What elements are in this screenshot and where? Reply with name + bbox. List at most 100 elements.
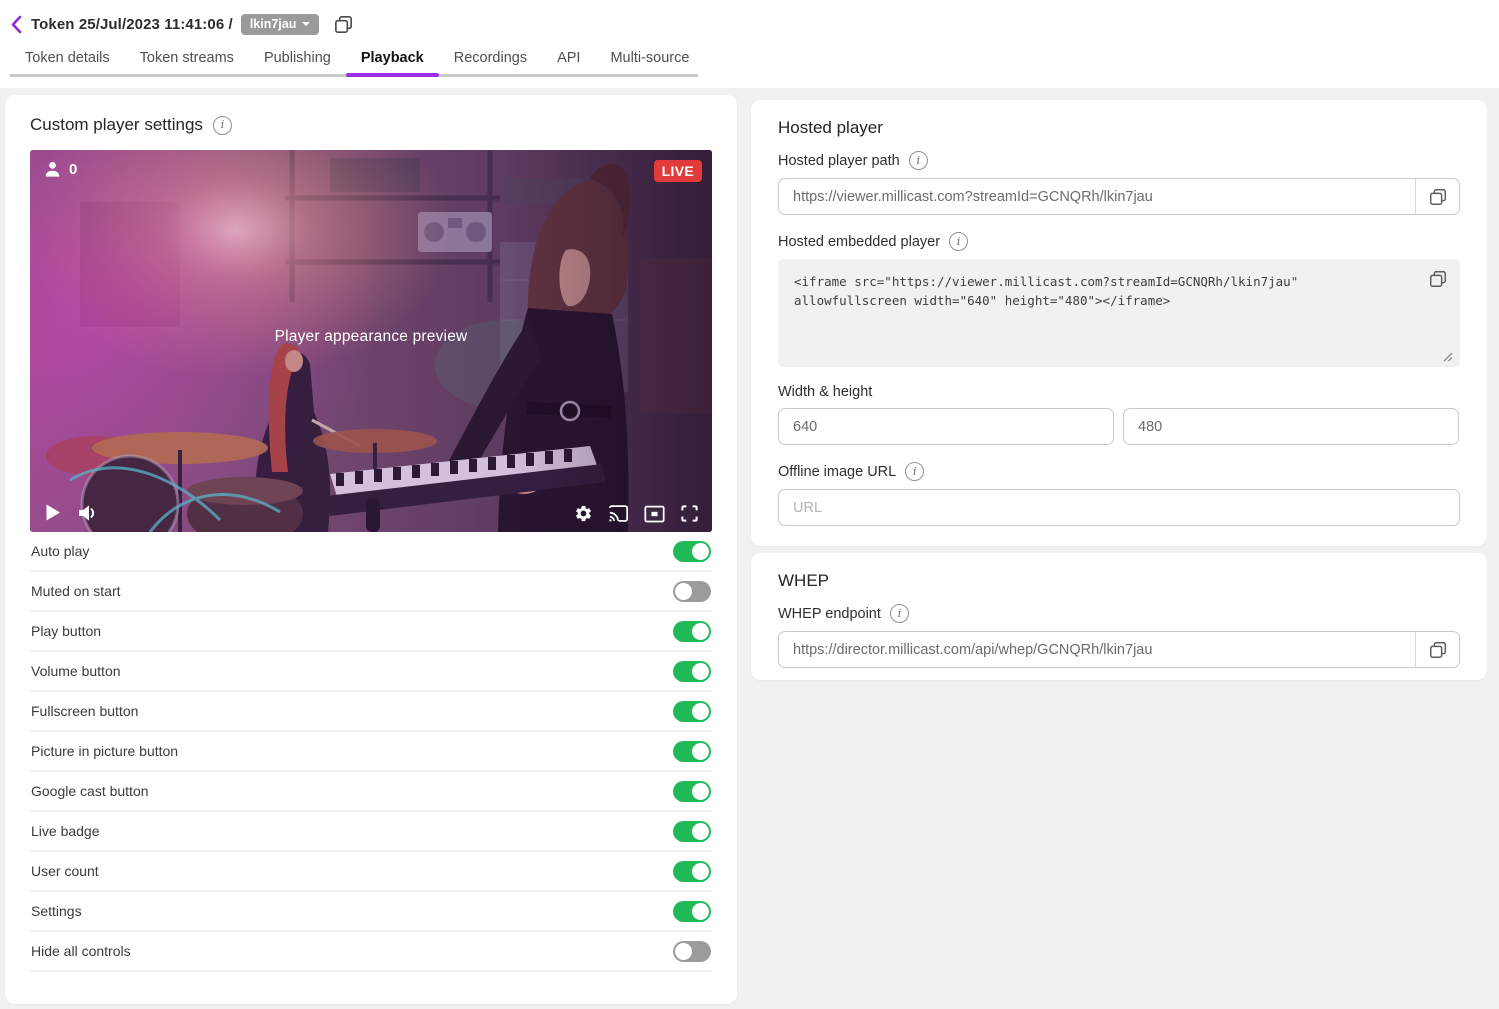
volume-icon (78, 504, 98, 522)
whep-endpoint-input[interactable] (779, 632, 1415, 667)
toggle-knob (692, 663, 709, 680)
picture-in-picture-icon (644, 505, 665, 523)
whep-endpoint-field (778, 631, 1460, 668)
tab-recordings[interactable]: Recordings (439, 44, 542, 74)
hosted-player-path-label: Hosted player path (778, 151, 1460, 170)
toggle-label: Volume button (31, 663, 121, 679)
toggle-row-picture-in-picture-button: Picture in picture button (30, 732, 712, 772)
info-icon[interactable] (890, 604, 909, 623)
fullscreen-button[interactable] (680, 504, 699, 523)
toggle-row-live-badge: Live badge (30, 812, 712, 852)
toggle-volume-button[interactable] (673, 661, 711, 682)
toggle-label: Auto play (31, 543, 89, 559)
toggle-row-play-button: Play button (30, 612, 712, 652)
toggle-settings[interactable] (673, 901, 711, 922)
play-icon (45, 503, 61, 522)
toggle-row-hide-all-controls: Hide all controls (30, 932, 712, 972)
toggle-row-volume-button: Volume button (30, 652, 712, 692)
info-icon[interactable] (909, 151, 928, 170)
settings-button[interactable] (574, 504, 593, 523)
size-label: Width & height (778, 384, 1460, 400)
whep-card: WHEP WHEP endpoint (751, 553, 1487, 680)
custom-player-card: Custom player settings (5, 95, 737, 1004)
copy-hosted-path-button[interactable] (1415, 179, 1459, 214)
toggle-knob (692, 543, 709, 560)
copy-token-name-button[interactable] (333, 14, 354, 35)
live-badge: LIVE (654, 160, 702, 182)
toggle-knob (675, 943, 692, 960)
toggle-row-user-count: User count (30, 852, 712, 892)
hosted-embed-label: Hosted embedded player (778, 232, 1460, 251)
toggle-label: Settings (31, 903, 82, 919)
toggle-play-button[interactable] (673, 621, 711, 642)
hosted-player-path-field (778, 178, 1460, 215)
tab-multi-source[interactable]: Multi-source (595, 44, 704, 74)
hosted-player-card: Hosted player Hosted player path Hosted … (751, 100, 1487, 546)
width-input[interactable] (778, 408, 1114, 445)
toggle-knob (692, 783, 709, 800)
toggle-label: Hide all controls (31, 943, 131, 959)
gear-icon (574, 504, 593, 523)
height-input[interactable] (1123, 408, 1459, 445)
toggle-user-count[interactable] (673, 861, 711, 882)
tab-publishing[interactable]: Publishing (249, 44, 346, 74)
copy-embed-code-button[interactable] (1428, 269, 1448, 294)
toggle-auto-play[interactable] (673, 541, 711, 562)
copy-icon (333, 14, 354, 35)
toggle-hide-all-controls[interactable] (673, 941, 711, 962)
preview-overlay-text: Player appearance preview (30, 328, 712, 346)
tab-token-details[interactable]: Token details (10, 44, 125, 74)
whep-endpoint-label-text: WHEP endpoint (778, 606, 881, 622)
cast-button[interactable] (608, 504, 629, 523)
size-fields (778, 408, 1460, 445)
play-button[interactable] (45, 503, 61, 522)
hosted-player-path-input[interactable] (779, 179, 1415, 214)
back-button[interactable] (10, 15, 23, 34)
user-count-value: 0 (69, 161, 77, 178)
tab-playback[interactable]: Playback (346, 44, 439, 74)
copy-icon (1428, 269, 1448, 289)
cast-icon (608, 504, 629, 523)
hosted-embed-label-text: Hosted embedded player (778, 234, 940, 250)
offline-image-label: Offline image URL (778, 462, 1460, 481)
toggle-label: Picture in picture button (31, 743, 178, 759)
tab-api[interactable]: API (542, 44, 595, 74)
tab-token-streams[interactable]: Token streams (125, 44, 249, 74)
info-icon[interactable] (949, 232, 968, 251)
toggle-label: Google cast button (31, 783, 149, 799)
toggle-label: User count (31, 863, 99, 879)
resize-grip-icon (1443, 352, 1453, 362)
toggle-knob (692, 743, 709, 760)
toggle-muted-on-start[interactable] (673, 581, 711, 602)
toggle-knob (692, 623, 709, 640)
toggle-row-google-cast-button: Google cast button (30, 772, 712, 812)
toggle-label: Muted on start (31, 583, 121, 599)
toggle-fullscreen-button[interactable] (673, 701, 711, 722)
hosted-embed-field: <iframe src="https://viewer.millicast.co… (778, 259, 1460, 367)
chevron-left-icon (10, 15, 23, 34)
info-icon[interactable] (905, 462, 924, 481)
video-preview: 0 LIVE Player appearance preview (30, 150, 712, 532)
toggle-row-muted-on-start: Muted on start (30, 572, 712, 612)
whep-endpoint-label: WHEP endpoint (778, 604, 1460, 623)
volume-button[interactable] (78, 504, 98, 522)
fullscreen-icon (680, 504, 699, 523)
token-name-dropdown[interactable]: lkin7jau (241, 14, 320, 35)
toggle-row-fullscreen-button: Fullscreen button (30, 692, 712, 732)
picture-in-picture-button[interactable] (644, 505, 665, 523)
copy-whep-endpoint-button[interactable] (1415, 632, 1459, 667)
toggle-label: Fullscreen button (31, 703, 138, 719)
offline-image-url-input[interactable] (778, 489, 1460, 526)
hosted-embed-textarea[interactable]: <iframe src="https://viewer.millicast.co… (778, 259, 1460, 367)
copy-icon (1428, 187, 1448, 207)
info-icon[interactable] (213, 116, 232, 135)
copy-icon (1428, 640, 1448, 660)
offline-image-label-text: Offline image URL (778, 464, 896, 480)
hosted-player-title: Hosted player (778, 118, 1460, 138)
whep-title: WHEP (778, 571, 1460, 591)
toggle-live-badge[interactable] (673, 821, 711, 842)
toggle-google-cast-button[interactable] (673, 781, 711, 802)
textarea-resize-handle[interactable] (1443, 352, 1453, 362)
toggle-label: Play button (31, 623, 101, 639)
toggle-picture-in-picture-button[interactable] (673, 741, 711, 762)
